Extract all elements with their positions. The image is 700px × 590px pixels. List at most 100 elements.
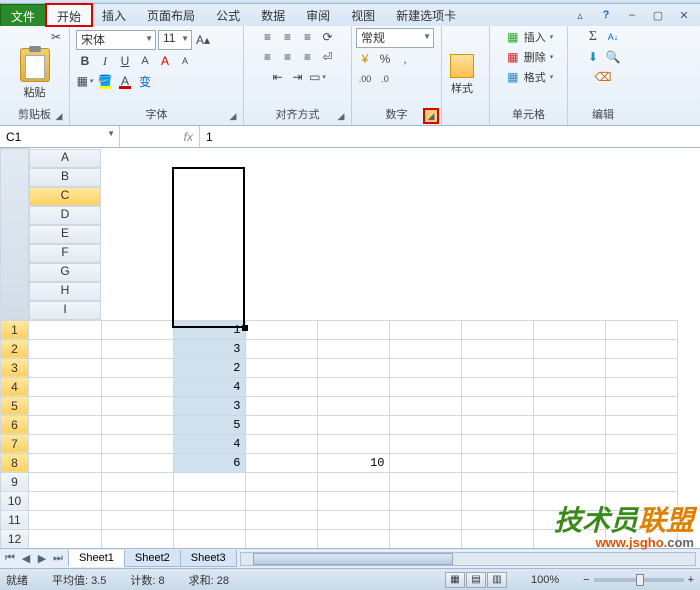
row-header[interactable]: 11 [1,510,29,529]
cell[interactable] [101,358,173,377]
row-header[interactable]: 1 [1,320,29,339]
cell[interactable]: 10 [317,453,389,472]
decrease-decimal-icon[interactable]: .0 [376,70,394,88]
cell[interactable] [245,529,317,548]
minimize-ribbon-icon[interactable]: ▵ [570,7,590,23]
cut-icon[interactable]: ✂ [47,28,65,46]
increase-font-icon[interactable]: A▴ [194,31,212,49]
zoom-slider[interactable] [594,578,684,582]
find-button[interactable]: 🔍 [604,48,622,66]
cell[interactable] [533,358,605,377]
percent-button[interactable]: % [376,50,394,68]
cell[interactable] [245,396,317,415]
cell[interactable] [533,434,605,453]
cell[interactable] [389,358,461,377]
cell[interactable]: 3 [173,339,245,358]
grow-font-icon[interactable]: A [156,52,174,70]
currency-button[interactable]: ¥ [356,50,374,68]
font-name-select[interactable]: 宋体▼ [76,30,156,50]
cell[interactable] [605,434,677,453]
cell[interactable] [461,358,533,377]
align-middle-icon[interactable]: ≡ [279,28,297,46]
row-header[interactable]: 2 [1,339,29,358]
cell[interactable] [533,415,605,434]
row-header[interactable]: 6 [1,415,29,434]
cell[interactable] [245,434,317,453]
cell[interactable] [533,377,605,396]
cell[interactable] [101,396,173,415]
cell[interactable] [317,415,389,434]
increase-decimal-icon[interactable]: .00 [356,70,374,88]
cell[interactable] [605,320,677,339]
clipboard-launcher-icon[interactable]: ◢ [53,110,65,122]
sheet-tab[interactable]: Sheet2 [124,550,181,567]
column-header[interactable]: E [29,225,101,244]
merge-button[interactable]: ▭▾ [309,68,327,86]
cell[interactable] [317,377,389,396]
cell[interactable] [29,396,102,415]
font-launcher-icon[interactable]: ◢ [227,110,239,122]
window-minimize-icon[interactable]: – [622,7,642,23]
fill-color-button[interactable]: 🪣 [96,72,114,90]
zoom-level[interactable]: 100% [531,574,559,586]
tab-insert[interactable]: 插入 [92,4,137,26]
cell[interactable] [605,339,677,358]
cell[interactable] [533,472,605,491]
cell[interactable] [389,377,461,396]
cell[interactable] [533,453,605,472]
cell[interactable] [389,396,461,415]
cell[interactable] [173,472,245,491]
sort-filter-button[interactable]: A↓ [604,28,622,46]
view-pagebreak-icon[interactable]: ▥ [487,572,507,588]
cell[interactable] [101,377,173,396]
cell[interactable] [317,339,389,358]
cell[interactable] [389,529,461,548]
cell[interactable] [533,396,605,415]
cell[interactable] [173,529,245,548]
cell[interactable] [101,529,173,548]
cell[interactable] [101,491,173,510]
cell[interactable] [29,510,102,529]
column-header[interactable]: H [29,282,101,301]
cell[interactable]: 5 [173,415,245,434]
cell[interactable] [389,510,461,529]
cell[interactable] [317,529,389,548]
name-box[interactable]: C1 ▼ [0,126,120,147]
window-restore-icon[interactable]: ▢ [648,7,668,23]
scrollbar-thumb[interactable] [253,553,453,565]
cell[interactable] [461,377,533,396]
cell[interactable] [461,320,533,339]
cell[interactable] [605,453,677,472]
zoom-thumb[interactable] [636,574,644,586]
horizontal-scrollbar[interactable] [240,552,696,566]
cell[interactable] [317,472,389,491]
sheet-tab[interactable]: Sheet1 [68,550,125,567]
align-left-icon[interactable]: ≡ [259,48,277,66]
cell[interactable] [317,358,389,377]
cell[interactable] [317,396,389,415]
tab-data[interactable]: 数据 [251,4,296,26]
formula-input[interactable]: 1 [200,126,700,147]
cell[interactable] [29,453,102,472]
increase-indent-icon[interactable]: ⇥ [289,68,307,86]
cell[interactable] [533,529,605,548]
format-cells-button[interactable]: ▦格式▾ [504,68,554,86]
cell[interactable] [461,453,533,472]
view-normal-icon[interactable]: ▦ [445,572,465,588]
row-header[interactable]: 12 [1,529,29,548]
sheet-tab[interactable]: Sheet3 [180,550,237,567]
worksheet-grid[interactable]: ABCDEFGHI1123324453657486109101112131415… [0,148,700,548]
cell[interactable] [389,491,461,510]
column-header[interactable]: F [29,244,101,263]
cell[interactable] [245,320,317,339]
select-all-corner[interactable] [1,149,29,321]
cell[interactable] [317,320,389,339]
view-layout-icon[interactable]: ▤ [466,572,486,588]
tab-file[interactable]: 文件 [0,4,46,26]
cell[interactable] [605,529,677,548]
column-header[interactable]: A [29,149,101,168]
cell[interactable]: 4 [173,377,245,396]
styles-button[interactable]: 样式 [446,52,478,98]
underline-button[interactable]: U [116,52,134,70]
cell[interactable] [389,472,461,491]
